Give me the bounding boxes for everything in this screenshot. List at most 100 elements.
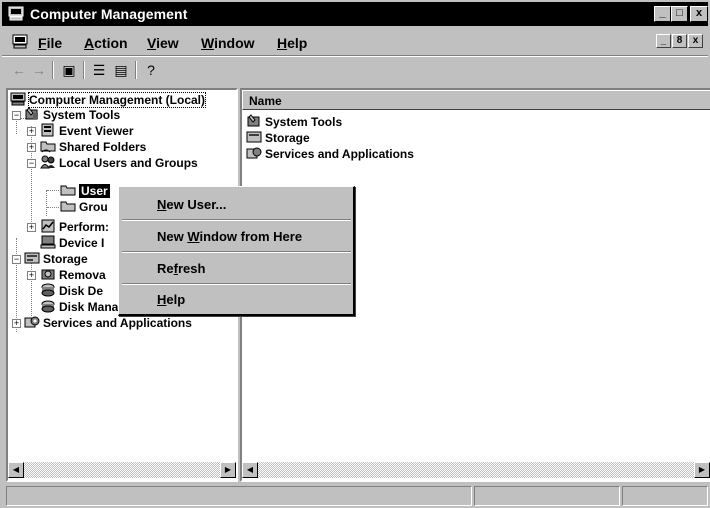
scroll-right-arrow-icon[interactable]: ▶	[694, 462, 710, 478]
export-list-icon[interactable]: ▤	[110, 61, 132, 79]
scroll-left-arrow-icon[interactable]: ◀	[8, 462, 24, 478]
tree-label-shared-folders: Shared Folders	[59, 140, 147, 154]
folder-icon	[60, 201, 76, 212]
tree-node-root[interactable]: Computer Management (Local)	[10, 92, 207, 108]
tree-node-storage[interactable]: Storage	[24, 251, 88, 267]
menu-view-mnemonic: V	[147, 35, 157, 51]
doc-restore-button[interactable]: 8	[672, 34, 687, 48]
context-menu-new-user[interactable]: New User...	[157, 197, 226, 212]
new-user-label: ew User...	[166, 197, 227, 212]
collapse-toggle[interactable]: −	[12, 255, 21, 264]
tree-node-users[interactable]: User	[60, 183, 110, 199]
computer-icon[interactable]	[12, 34, 28, 49]
tree-node-disk-defragmenter[interactable]: Disk De	[40, 283, 103, 299]
details-horizontal-scrollbar[interactable]: ◀ ▶	[242, 462, 710, 478]
defrag-icon	[41, 283, 55, 297]
status-pane-3	[622, 486, 708, 506]
column-header-name[interactable]: Name	[242, 90, 710, 110]
list-item[interactable]: System Tools	[246, 114, 342, 130]
expand-toggle[interactable]: +	[27, 271, 36, 280]
tree-node-services-applications[interactable]: Services and Applications	[24, 315, 192, 331]
doc-minimize-button[interactable]: _	[656, 34, 671, 48]
expand-toggle[interactable]: +	[12, 319, 21, 328]
status-pane-2	[474, 486, 620, 506]
new-window-label-start: New	[157, 229, 188, 244]
services-icon	[24, 316, 40, 328]
tree-label-users: User	[79, 184, 110, 198]
menu-bar: File Action View Window Help _ 8 x	[2, 28, 708, 54]
help-mnemonic: H	[157, 292, 167, 307]
tree-node-shared-folders[interactable]: Shared Folders	[40, 139, 146, 155]
scroll-left-arrow-icon[interactable]: ◀	[242, 462, 258, 478]
context-menu: New User... New Window from Here Refresh…	[118, 186, 355, 316]
menu-help[interactable]: Help	[277, 35, 307, 51]
list-item[interactable]: Services and Applications	[246, 146, 414, 162]
context-menu-help[interactable]: Help	[157, 292, 185, 307]
expand-toggle[interactable]: +	[27, 143, 36, 152]
menu-window[interactable]: Window	[201, 35, 255, 51]
context-menu-new-window[interactable]: New Window from Here	[157, 229, 302, 244]
menu-action-label: ction	[94, 35, 128, 51]
tree-node-performance[interactable]: Perform:	[40, 219, 109, 235]
toolbar-separator	[52, 61, 54, 79]
menu-window-mnemonic: W	[201, 35, 215, 51]
menu-view[interactable]: View	[147, 35, 179, 51]
back-arrow-icon[interactable]: ←	[8, 61, 30, 79]
forward-arrow-icon[interactable]: →	[28, 61, 50, 79]
tree-label-disk-defragmenter: Disk De	[59, 284, 104, 298]
list-item[interactable]: Storage	[246, 130, 310, 146]
close-button[interactable]: x	[690, 6, 708, 22]
expand-toggle[interactable]: +	[27, 127, 36, 136]
new-window-label-end: indow from Here	[199, 229, 303, 244]
menu-help-label: elp	[287, 35, 308, 51]
new-user-mnemonic: N	[157, 197, 167, 212]
menu-file[interactable]: File	[38, 35, 62, 51]
expand-toggle[interactable]: +	[27, 223, 36, 232]
tools-icon	[25, 107, 38, 120]
computer-management-window: Computer Management _ □ x File Action Vi…	[0, 0, 710, 508]
show-hide-tree-icon[interactable]: ▣	[58, 61, 80, 79]
shared-folder-icon	[40, 141, 56, 153]
status-bar	[2, 486, 708, 506]
tree-node-system-tools[interactable]: System Tools	[24, 107, 120, 123]
tree-node-groups[interactable]: Grou	[60, 199, 108, 215]
computer-icon	[10, 92, 26, 106]
tree-node-removable-storage[interactable]: Remova	[40, 267, 106, 283]
collapse-toggle[interactable]: −	[12, 111, 21, 120]
help-icon[interactable]: ?	[140, 61, 162, 79]
tree-label-storage: Storage	[43, 252, 88, 266]
computer-icon	[8, 6, 24, 21]
scroll-track[interactable]	[258, 462, 694, 478]
toolbar-separator	[135, 61, 137, 79]
title-bar[interactable]: Computer Management _ □ x	[2, 2, 708, 26]
tree-label-groups: Grou	[79, 200, 108, 214]
list-item-label: System Tools	[265, 115, 343, 129]
performance-icon	[41, 219, 55, 233]
refresh-label-end: resh	[177, 261, 206, 276]
folder-icon	[60, 185, 76, 196]
tree-horizontal-scrollbar[interactable]: ◀ ▶	[8, 462, 236, 478]
properties-icon[interactable]: ☰	[88, 61, 110, 79]
new-window-mnemonic: W	[187, 229, 200, 244]
window-title: Computer Management	[30, 6, 188, 22]
maximize-button[interactable]: □	[671, 6, 688, 22]
menu-help-mnemonic: H	[277, 35, 288, 51]
tree-node-event-viewer[interactable]: Event Viewer	[40, 123, 133, 139]
scroll-right-arrow-icon[interactable]: ▶	[220, 462, 236, 478]
menu-action[interactable]: Action	[84, 35, 128, 51]
minimize-button[interactable]: _	[654, 6, 671, 22]
toolbar: ← → ▣ ☰ ▤ ?	[2, 57, 708, 83]
tools-icon	[247, 114, 260, 127]
context-menu-refresh[interactable]: Refresh	[157, 261, 205, 276]
tree-label-root: Computer Management (Local)	[27, 92, 207, 108]
toolbar-separator	[83, 61, 85, 79]
menu-action-mnemonic: A	[84, 35, 95, 51]
collapse-toggle[interactable]: −	[27, 159, 36, 168]
menu-view-label: iew	[156, 35, 179, 51]
status-pane-main	[6, 486, 472, 506]
doc-close-button[interactable]: x	[688, 34, 703, 48]
tree-node-device-manager[interactable]: Device I	[40, 235, 104, 251]
scroll-track[interactable]	[24, 462, 220, 478]
removable-storage-icon	[41, 269, 55, 280]
tree-node-local-users-groups[interactable]: Local Users and Groups	[40, 155, 198, 171]
